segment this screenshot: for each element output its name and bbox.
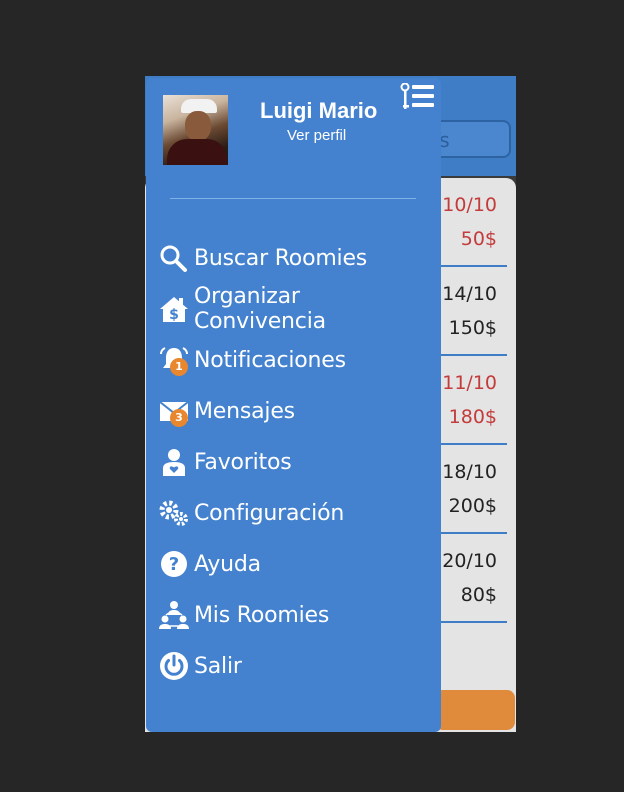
item-date: 11/10 xyxy=(442,372,497,394)
menu-item-label: Mis Roomies xyxy=(194,602,330,628)
help-icon: ? xyxy=(158,548,190,580)
item-price: 200$ xyxy=(448,495,497,517)
item-price: 50$ xyxy=(460,228,497,250)
menu-item-label: Notificaciones xyxy=(194,347,346,373)
menu-list-icon[interactable] xyxy=(400,82,436,111)
list-item[interactable]: 18/10 200$ xyxy=(435,445,507,534)
item-price: 80$ xyxy=(460,584,497,606)
menu-item-mis-roomies[interactable]: Mis Roomies xyxy=(158,595,438,635)
menu-item-label: Configuración xyxy=(194,500,345,526)
menu-item-label: Mensajes xyxy=(194,398,295,424)
item-date: 14/10 xyxy=(442,283,497,305)
house-dollar-icon: $ xyxy=(158,293,190,325)
item-price: 150$ xyxy=(448,317,497,339)
menu-item-label: Ayuda xyxy=(194,551,261,577)
menu-item-label: Organizar Convivencia xyxy=(194,284,326,334)
menu-item-label: Buscar Roomies xyxy=(194,245,368,271)
message-badge: 3 xyxy=(170,409,188,427)
list-item[interactable]: 14/10 150$ xyxy=(435,267,507,356)
menu-item-salir[interactable]: Salir xyxy=(158,646,438,686)
envelope-icon: 3 xyxy=(158,395,190,427)
item-date: 10/10 xyxy=(442,194,497,216)
menu-item-ayuda[interactable]: ? Ayuda xyxy=(158,544,438,584)
list-item[interactable]: 10/10 50$ xyxy=(435,178,507,267)
menu-item-buscar-roomies[interactable]: Buscar Roomies xyxy=(158,238,438,278)
menu-item-organizar-convivencia[interactable]: $ Organizar Convivencia xyxy=(158,284,438,334)
view-profile-link[interactable]: Ver perfil xyxy=(287,127,346,144)
list-item[interactable]: 11/10 180$ xyxy=(435,356,507,445)
menu-item-label: Favoritos xyxy=(194,449,292,475)
menu-item-configuracion[interactable]: Configuración xyxy=(158,493,438,533)
svg-text:$: $ xyxy=(169,307,179,323)
divider xyxy=(170,198,416,199)
navigation-drawer: Luigi Mario Ver perfil Buscar Roomies $ … xyxy=(146,78,441,732)
group-icon xyxy=(158,599,190,631)
menu-item-favoritos[interactable]: Favoritos xyxy=(158,442,438,482)
item-date: 20/10 xyxy=(442,550,497,572)
avatar[interactable] xyxy=(163,95,228,165)
search-icon xyxy=(158,242,190,274)
footer-button[interactable] xyxy=(435,690,515,730)
item-price: 180$ xyxy=(448,406,497,428)
svg-text:?: ? xyxy=(169,554,179,575)
gears-icon xyxy=(158,497,190,529)
item-date: 18/10 xyxy=(442,461,497,483)
notification-badge: 1 xyxy=(170,358,188,376)
person-heart-icon xyxy=(158,446,190,478)
menu-item-mensajes[interactable]: 3 Mensajes xyxy=(158,391,438,431)
bell-icon: 1 xyxy=(158,344,190,376)
list-item[interactable]: 20/10 80$ xyxy=(435,534,507,623)
menu-item-notificaciones[interactable]: 1 Notificaciones xyxy=(158,340,438,380)
menu-item-label: Salir xyxy=(194,653,242,679)
power-icon xyxy=(158,650,190,682)
user-name: Luigi Mario xyxy=(260,98,378,123)
